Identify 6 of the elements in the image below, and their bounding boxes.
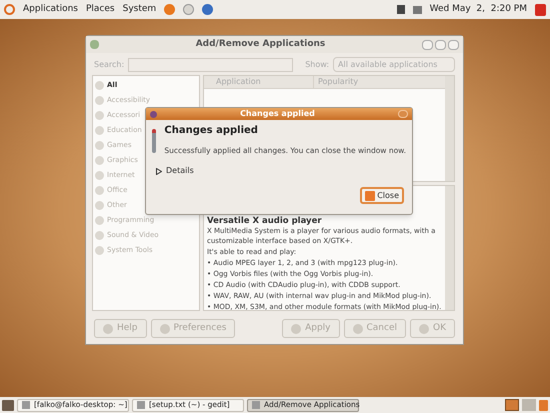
dialog-title: Changes applied <box>239 108 316 120</box>
window-title: Add/Remove Applications <box>194 38 326 51</box>
search-label: Search: <box>94 58 124 70</box>
show-label: Show: <box>305 58 330 70</box>
description-heading: Versatile X audio player <box>207 216 323 226</box>
dialog-heading: Changes applied <box>164 124 259 138</box>
